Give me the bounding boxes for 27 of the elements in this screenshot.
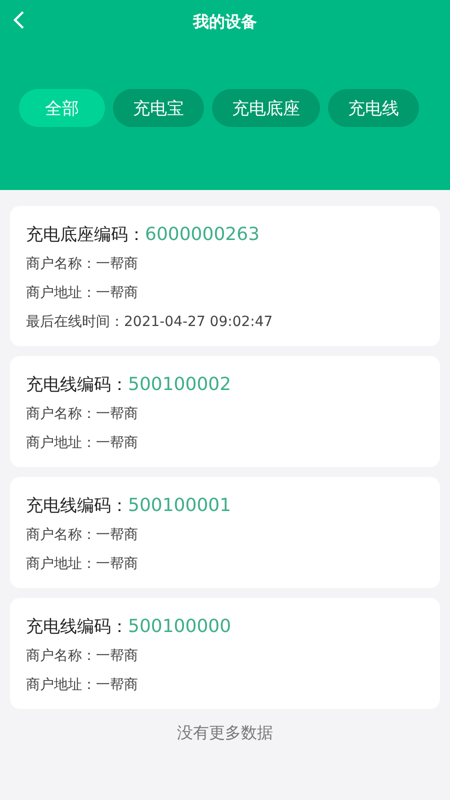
code-label: 充电线编码： xyxy=(26,616,128,638)
device-code: 6000000263 xyxy=(145,224,260,244)
info-text: 商户地址：一帮商 xyxy=(26,555,139,574)
code-label: 充电底座编码： xyxy=(26,224,145,246)
device-card[interactable]: 充电线编码：500100002 商户名称：一帮商 商户地址：一帮商 xyxy=(10,356,440,467)
info-text: 商户地址：一帮商 xyxy=(26,434,139,453)
code-label: 充电线编码： xyxy=(26,494,128,516)
page-title: 我的设备 xyxy=(193,12,257,32)
no-more-data-text: 没有更多数据 xyxy=(177,723,273,744)
filter-tab[interactable]: 充电底座 xyxy=(212,89,320,127)
device-card[interactable]: 充电线编码：500100001 商户名称：一帮商 商户地址：一帮商 xyxy=(10,477,440,588)
device-code: 500100001 xyxy=(128,494,232,516)
info-text: 商户名称：一帮商 xyxy=(26,405,139,424)
info-text: 商户名称：一帮商 xyxy=(26,255,139,274)
filter-tab[interactable]: 充电线 xyxy=(328,89,419,127)
info-text: 商户名称：一帮商 xyxy=(26,526,139,545)
back-icon[interactable] xyxy=(12,10,26,30)
filter-tab[interactable]: 充电宝 xyxy=(113,89,204,127)
device-code: 500100000 xyxy=(128,616,232,636)
device-card[interactable]: 充电线编码：500100000 商户名称：一帮商 商户地址：一帮商 xyxy=(10,598,440,709)
info-text: 最后在线时间：2021-04-27 09:02:47 xyxy=(26,313,274,332)
device-code: 500100002 xyxy=(128,374,232,394)
code-label: 充电线编码： xyxy=(26,374,128,396)
info-text: 商户地址：一帮商 xyxy=(26,284,139,303)
device-card[interactable]: 充电底座编码：6000000263 商户名称：一帮商 商户地址：一帮商 最后在线时间：2021-04-27 09:02:47 xyxy=(10,206,440,346)
info-text: 商户名称：一帮商 xyxy=(26,647,139,666)
info-text: 商户地址：一帮商 xyxy=(26,676,139,695)
